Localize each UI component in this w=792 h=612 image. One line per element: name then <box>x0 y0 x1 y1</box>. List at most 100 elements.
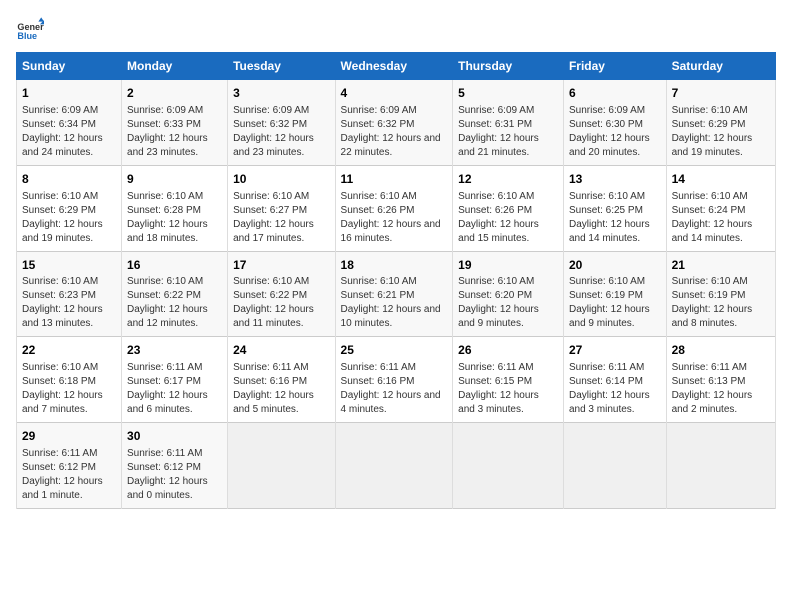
day-info: Sunrise: 6:10 AMSunset: 6:25 PMDaylight:… <box>569 190 661 246</box>
day-info: Sunrise: 6:10 AMSunset: 6:22 PMDaylight:… <box>233 275 329 331</box>
calendar-cell: 10 Sunrise: 6:10 AMSunset: 6:27 PMDayligh… <box>228 165 335 251</box>
calendar-cell: 25 Sunrise: 6:11 AMSunset: 6:16 PMDayligh… <box>335 337 453 423</box>
calendar-cell: 20Sunrise: 6:10 AMSunset: 6:19 PMDayligh… <box>563 251 666 337</box>
day-info: Sunrise: 6:10 AMSunset: 6:23 PMDaylight:… <box>22 275 116 331</box>
day-info: Sunrise: 6:10 AMSunset: 6:26 PMDaylight:… <box>341 190 448 246</box>
calendar-cell: 24 Sunrise: 6:11 AMSunset: 6:16 PMDayligh… <box>228 337 335 423</box>
day-number: 26 <box>458 342 558 359</box>
day-info: Sunrise: 6:10 AMSunset: 6:18 PMDaylight:… <box>22 361 116 417</box>
day-info: Sunrise: 6:09 AMSunset: 6:31 PMDaylight:… <box>458 104 558 160</box>
day-number: 17 <box>233 257 329 274</box>
day-number: 30 <box>127 428 222 445</box>
calendar-cell: 4 Sunrise: 6:09 AMSunset: 6:32 PMDaylight… <box>335 80 453 166</box>
day-info: Sunrise: 6:10 AMSunset: 6:26 PMDaylight:… <box>458 190 558 246</box>
calendar-cell <box>453 423 564 509</box>
day-info: Sunrise: 6:11 AMSunset: 6:17 PMDaylight:… <box>127 361 222 417</box>
day-info: Sunrise: 6:11 AMSunset: 6:14 PMDaylight:… <box>569 361 661 417</box>
calendar-cell: 23 Sunrise: 6:11 AMSunset: 6:17 PMDayligh… <box>122 337 228 423</box>
day-info: Sunrise: 6:10 AMSunset: 6:22 PMDaylight:… <box>127 275 222 331</box>
day-number: 11 <box>341 171 448 188</box>
day-number: 25 <box>341 342 448 359</box>
day-number: 9 <box>127 171 222 188</box>
day-number: 1 <box>22 85 116 102</box>
calendar-week-row: 1 Sunrise: 6:09 AMSunset: 6:34 PMDaylight… <box>17 80 776 166</box>
calendar-week-row: 29 Sunrise: 6:11 AMSunset: 6:12 PMDayligh… <box>17 423 776 509</box>
day-number: 22 <box>22 342 116 359</box>
calendar-cell: 7Sunrise: 6:10 AMSunset: 6:29 PMDaylight… <box>666 80 775 166</box>
day-info: Sunrise: 6:09 AMSunset: 6:34 PMDaylight:… <box>22 104 116 160</box>
calendar-cell <box>228 423 335 509</box>
weekday-header-friday: Friday <box>563 53 666 80</box>
day-info: Sunrise: 6:10 AMSunset: 6:21 PMDaylight:… <box>341 275 448 331</box>
calendar-cell: 17Sunrise: 6:10 AMSunset: 6:22 PMDayligh… <box>228 251 335 337</box>
calendar-week-row: 22 Sunrise: 6:10 AMSunset: 6:18 PMDayligh… <box>17 337 776 423</box>
day-number: 23 <box>127 342 222 359</box>
day-number: 13 <box>569 171 661 188</box>
calendar-cell: 30Sunrise: 6:11 AMSunset: 6:12 PMDayligh… <box>122 423 228 509</box>
calendar-cell: 22 Sunrise: 6:10 AMSunset: 6:18 PMDayligh… <box>17 337 122 423</box>
calendar-cell: 16Sunrise: 6:10 AMSunset: 6:22 PMDayligh… <box>122 251 228 337</box>
day-info: Sunrise: 6:10 AMSunset: 6:19 PMDaylight:… <box>672 275 770 331</box>
day-number: 21 <box>672 257 770 274</box>
weekday-header-tuesday: Tuesday <box>228 53 335 80</box>
day-number: 18 <box>341 257 448 274</box>
day-info: Sunrise: 6:11 AMSunset: 6:12 PMDaylight:… <box>22 447 116 503</box>
day-number: 2 <box>127 85 222 102</box>
logo-icon: General Blue <box>16 16 44 44</box>
day-number: 28 <box>672 342 770 359</box>
day-number: 19 <box>458 257 558 274</box>
calendar-cell: 18Sunrise: 6:10 AMSunset: 6:21 PMDayligh… <box>335 251 453 337</box>
day-info: Sunrise: 6:09 AMSunset: 6:33 PMDaylight:… <box>127 104 222 160</box>
day-info: Sunrise: 6:10 AMSunset: 6:19 PMDaylight:… <box>569 275 661 331</box>
calendar-cell: 13 Sunrise: 6:10 AMSunset: 6:25 PMDayligh… <box>563 165 666 251</box>
calendar-cell: 3 Sunrise: 6:09 AMSunset: 6:32 PMDaylight… <box>228 80 335 166</box>
day-info: Sunrise: 6:09 AMSunset: 6:30 PMDaylight:… <box>569 104 661 160</box>
day-info: Sunrise: 6:11 AMSunset: 6:16 PMDaylight:… <box>233 361 329 417</box>
day-info: Sunrise: 6:10 AMSunset: 6:27 PMDaylight:… <box>233 190 329 246</box>
calendar-cell: 21Sunrise: 6:10 AMSunset: 6:19 PMDayligh… <box>666 251 775 337</box>
calendar-cell: 19Sunrise: 6:10 AMSunset: 6:20 PMDayligh… <box>453 251 564 337</box>
day-info: Sunrise: 6:10 AMSunset: 6:28 PMDaylight:… <box>127 190 222 246</box>
day-number: 8 <box>22 171 116 188</box>
weekday-header-monday: Monday <box>122 53 228 80</box>
day-number: 20 <box>569 257 661 274</box>
day-number: 7 <box>672 85 770 102</box>
calendar-cell: 28 Sunrise: 6:11 AMSunset: 6:13 PMDayligh… <box>666 337 775 423</box>
day-info: Sunrise: 6:10 AMSunset: 6:29 PMDaylight:… <box>22 190 116 246</box>
day-number: 5 <box>458 85 558 102</box>
day-info: Sunrise: 6:11 AMSunset: 6:15 PMDaylight:… <box>458 361 558 417</box>
weekday-header-wednesday: Wednesday <box>335 53 453 80</box>
weekday-header-sunday: Sunday <box>17 53 122 80</box>
weekday-header-thursday: Thursday <box>453 53 564 80</box>
day-info: Sunrise: 6:11 AMSunset: 6:16 PMDaylight:… <box>341 361 448 417</box>
day-number: 4 <box>341 85 448 102</box>
day-number: 15 <box>22 257 116 274</box>
calendar-cell: 2 Sunrise: 6:09 AMSunset: 6:33 PMDaylight… <box>122 80 228 166</box>
calendar-cell: 27Sunrise: 6:11 AMSunset: 6:14 PMDayligh… <box>563 337 666 423</box>
calendar-cell: 11 Sunrise: 6:10 AMSunset: 6:26 PMDayligh… <box>335 165 453 251</box>
calendar-cell: 12Sunrise: 6:10 AMSunset: 6:26 PMDayligh… <box>453 165 564 251</box>
day-number: 10 <box>233 171 329 188</box>
day-info: Sunrise: 6:09 AMSunset: 6:32 PMDaylight:… <box>233 104 329 160</box>
day-number: 29 <box>22 428 116 445</box>
calendar-cell <box>666 423 775 509</box>
weekday-header-saturday: Saturday <box>666 53 775 80</box>
calendar-cell: 1 Sunrise: 6:09 AMSunset: 6:34 PMDaylight… <box>17 80 122 166</box>
day-info: Sunrise: 6:10 AMSunset: 6:24 PMDaylight:… <box>672 190 770 246</box>
calendar-cell: 9 Sunrise: 6:10 AMSunset: 6:28 PMDaylight… <box>122 165 228 251</box>
calendar-cell: 15Sunrise: 6:10 AMSunset: 6:23 PMDayligh… <box>17 251 122 337</box>
calendar-cell: 5 Sunrise: 6:09 AMSunset: 6:31 PMDaylight… <box>453 80 564 166</box>
day-number: 14 <box>672 171 770 188</box>
calendar-cell: 8 Sunrise: 6:10 AMSunset: 6:29 PMDaylight… <box>17 165 122 251</box>
day-info: Sunrise: 6:10 AMSunset: 6:20 PMDaylight:… <box>458 275 558 331</box>
calendar-cell <box>563 423 666 509</box>
day-number: 6 <box>569 85 661 102</box>
day-info: Sunrise: 6:09 AMSunset: 6:32 PMDaylight:… <box>341 104 448 160</box>
day-number: 3 <box>233 85 329 102</box>
day-info: Sunrise: 6:11 AMSunset: 6:13 PMDaylight:… <box>672 361 770 417</box>
header: General Blue <box>16 16 776 44</box>
calendar-cell: 6 Sunrise: 6:09 AMSunset: 6:30 PMDaylight… <box>563 80 666 166</box>
calendar-cell: 29 Sunrise: 6:11 AMSunset: 6:12 PMDayligh… <box>17 423 122 509</box>
day-number: 24 <box>233 342 329 359</box>
logo: General Blue <box>16 16 44 44</box>
